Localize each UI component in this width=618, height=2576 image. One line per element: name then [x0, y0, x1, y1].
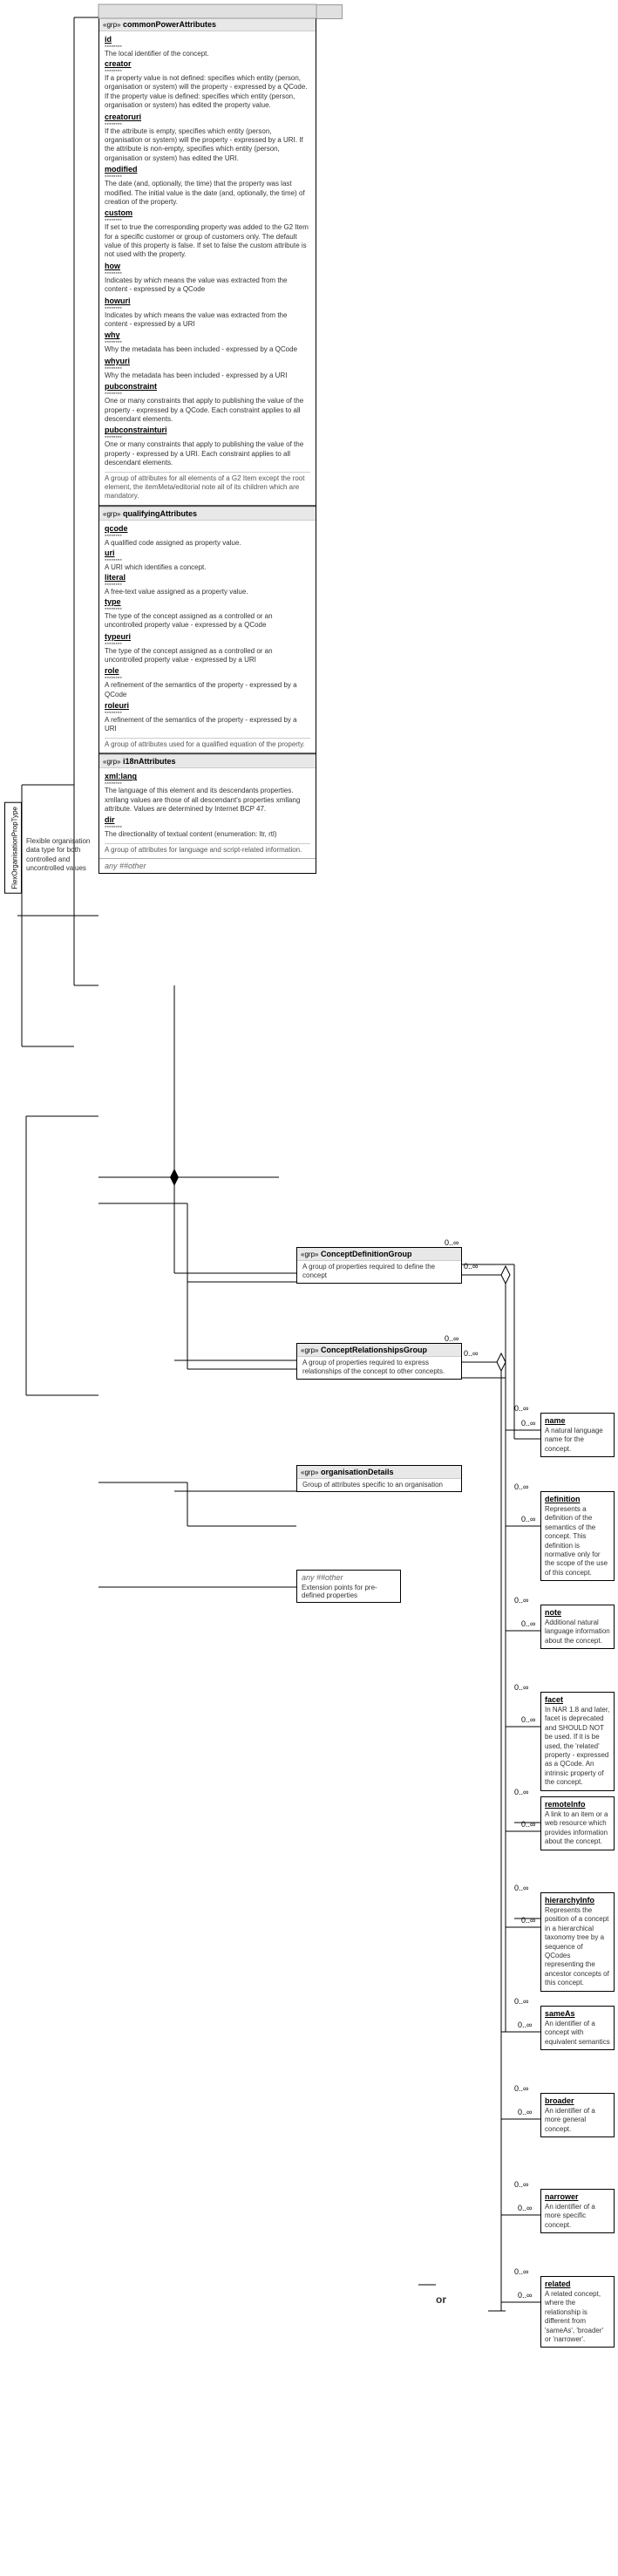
right-box-definition: definition Represents a definition of th… [540, 1491, 615, 1581]
svg-text:0..∞: 0..∞ [464, 1262, 478, 1271]
multiplicity-concept-rel: 0..∞ [445, 1334, 458, 1343]
mult-remote-info: 0..∞ [514, 1788, 528, 1796]
mult-narrower: 0..∞ [514, 2180, 528, 2189]
mult-facet: 0..∞ [514, 1683, 528, 1692]
flex-org-prop-type-label: FlexOrganisationPropType [4, 802, 22, 894]
field-howuri: howuri ▪▪▪▪▪▪▪▪ Indicates by which means… [105, 296, 310, 330]
field-creatoruri: creatoruri ▪▪▪▪▪▪▪▪ If the attribute is … [105, 112, 310, 164]
org-details-desc: Group of attributes specific to an organ… [302, 1481, 456, 1489]
svg-text:0..∞: 0..∞ [518, 2108, 532, 2116]
field-uri: uri ▪▪▪▪▪▪▪▪ A URI which identifies a co… [105, 549, 310, 571]
field-qcode: qcode ▪▪▪▪▪▪▪▪ A qualified code assigned… [105, 524, 310, 547]
right-box-facet: facet In NAR 1.8 and later, facet is dep… [540, 1692, 615, 1791]
concept-def-group-desc: A group of properties required to define… [302, 1263, 456, 1281]
mult-note: 0..∞ [514, 1596, 528, 1605]
common-power-attributes-content: id ▪▪▪▪▪▪▪▪ The local identifier of the … [99, 31, 316, 503]
svg-text:0..∞: 0..∞ [521, 1419, 535, 1428]
svg-text:0..∞: 0..∞ [518, 2021, 532, 2029]
concept-relationships-group-box: «grp» ConceptRelationshipsGroup A group … [296, 1343, 462, 1380]
i18n-attributes-header: «grp» i18nAttributes [99, 754, 316, 768]
multiplicity-concept-def: 0..∞ [445, 1238, 458, 1247]
qualifying-attributes-content: qcode ▪▪▪▪▪▪▪▪ A qualified code assigned… [99, 521, 316, 752]
common-power-attributes-header: «grp» commonPowerAttributes [99, 18, 316, 31]
field-modified: modified ▪▪▪▪▪▪▪▪ The date (and, optiona… [105, 165, 310, 207]
field-custom: custom ▪▪▪▪▪▪▪▪ If set to true the corre… [105, 208, 310, 260]
right-box-note: note Additional natural language informa… [540, 1605, 615, 1649]
right-box-remote-info: remoteInfo A link to an item or a web re… [540, 1796, 615, 1850]
concept-definition-group-box: «grp» ConceptDefinitionGroup A group of … [296, 1247, 462, 1284]
field-why: why ▪▪▪▪▪▪▪▪ Why the metadata has been i… [105, 331, 310, 354]
field-xmllang: xml:lang ▪▪▪▪▪▪▪▪ The language of this e… [105, 772, 310, 814]
field-dir: dir ▪▪▪▪▪▪▪▪ The directionality of textu… [105, 815, 310, 839]
svg-text:0..∞: 0..∞ [464, 1349, 478, 1358]
field-how: how ▪▪▪▪▪▪▪▪ Indicates by which means th… [105, 262, 310, 295]
i18n-footer-note: A group of attributes for language and s… [105, 843, 310, 855]
svg-text:0..∞: 0..∞ [521, 1916, 535, 1925]
right-box-broader: broader An identifier of a more general … [540, 2093, 615, 2137]
field-roleuri: roleuri ▪▪▪▪▪▪▪▪ A refinement of the sem… [105, 701, 310, 734]
qualifying-footer-note: A group of attributes used for a qualifi… [105, 738, 310, 749]
right-box-same-as: sameAs An identifier of a concept with e… [540, 2006, 615, 2050]
field-pubconstrainturi: pubconstrainturi ▪▪▪▪▪▪▪▪ One or many co… [105, 426, 310, 467]
mult-related: 0..∞ [514, 2267, 528, 2276]
mult-name: 0..∞ [514, 1404, 528, 1413]
i18n-attributes-content: xml:lang ▪▪▪▪▪▪▪▪ The language of this e… [99, 768, 316, 856]
mult-definition: 0..∞ [514, 1482, 528, 1491]
concept-rel-group-desc: A group of properties required to expres… [302, 1359, 456, 1377]
svg-text:0..∞: 0..∞ [521, 1619, 535, 1628]
right-box-narrower: narrower An identifier of a more specifi… [540, 2189, 615, 2233]
svg-text:0..∞: 0..∞ [521, 1820, 535, 1829]
field-type: type ▪▪▪▪▪▪▪▪ The type of the concept as… [105, 597, 310, 630]
svg-text:0..∞: 0..∞ [521, 1715, 535, 1724]
mult-broader: 0..∞ [514, 2084, 528, 2093]
svg-text:0..∞: 0..∞ [518, 2204, 532, 2212]
field-creator: creator ▪▪▪▪▪▪▪▪ If a property value is … [105, 59, 310, 111]
main-attributes-box: «grp» commonPowerAttributes id ▪▪▪▪▪▪▪▪ … [98, 17, 316, 874]
svg-text:0..∞: 0..∞ [521, 1515, 535, 1523]
or-text: or [436, 2293, 446, 2306]
qualifying-attributes-header: «grp» qualifyingAttributes [99, 507, 316, 521]
field-literal: literal ▪▪▪▪▪▪▪▪ A free-text value assig… [105, 573, 310, 596]
field-role: role ▪▪▪▪▪▪▪▪ A refinement of the semant… [105, 666, 310, 699]
right-box-related: related A related concept, where the rel… [540, 2276, 615, 2348]
field-whyuri: whyuri ▪▪▪▪▪▪▪▪ Why the metadata has bee… [105, 357, 310, 380]
flex-org-prop-type-desc: Flexible organisation data type for both… [26, 837, 96, 874]
right-box-name: name A natural language name for the con… [540, 1413, 615, 1457]
common-footer-note: A group of attributes for all elements o… [105, 472, 310, 501]
field-pubconstraint: pubconstraint ▪▪▪▪▪▪▪▪ One or many const… [105, 382, 310, 424]
right-box-hierarchy-info: hierarchyInfo Represents the position of… [540, 1892, 615, 1992]
svg-text:0..∞: 0..∞ [518, 2291, 532, 2300]
mult-hierarchy-info: 0..∞ [514, 1884, 528, 1892]
field-id: id ▪▪▪▪▪▪▪▪ The local identifier of the … [105, 35, 310, 58]
organisation-details-box: «grp» organisationDetails Group of attri… [296, 1465, 462, 1492]
mult-same-as: 0..∞ [514, 1997, 528, 2006]
any-other-bottom: any ##other Extension points for pre-def… [296, 1570, 401, 1603]
field-typeuri: typeuri ▪▪▪▪▪▪▪▪ The type of the concept… [105, 632, 310, 665]
any-other-main: any ##other [99, 859, 316, 873]
